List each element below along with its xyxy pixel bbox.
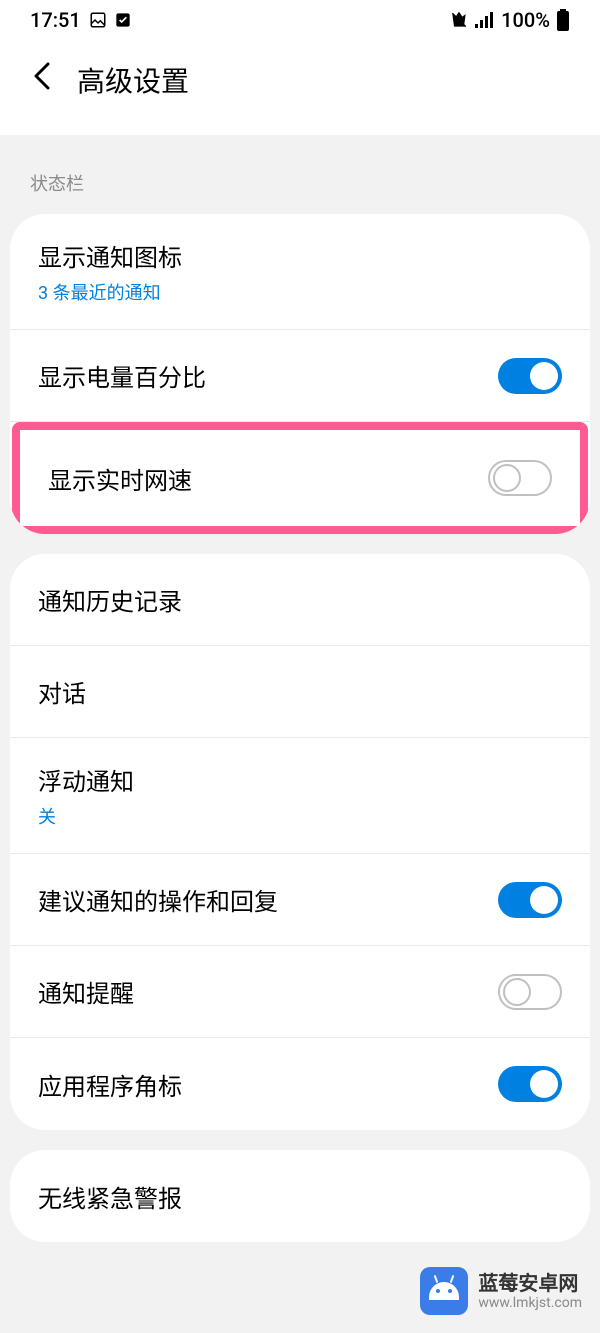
row-title: 无线紧急警报 <box>38 1179 182 1214</box>
toggle-network-speed[interactable] <box>488 460 552 496</box>
battery-icon <box>556 9 570 31</box>
row-suggest-actions[interactable]: 建议通知的操作和回复 <box>10 854 590 946</box>
row-title: 应用程序角标 <box>38 1067 182 1102</box>
row-app-badge[interactable]: 应用程序角标 <box>10 1038 590 1130</box>
toggle-knob <box>530 1070 558 1098</box>
row-title: 显示电量百分比 <box>38 358 206 393</box>
battery-percent: 100% <box>501 8 550 32</box>
page-title: 高级设置 <box>77 60 189 100</box>
toggle-battery-percent[interactable] <box>498 358 562 394</box>
row-title: 通知提醒 <box>38 974 134 1009</box>
row-main: 浮动通知 关 <box>38 762 134 829</box>
vibrate-icon <box>449 10 469 30</box>
check-icon <box>115 12 131 28</box>
watermark-line1: 蓝莓安卓网 <box>478 1271 582 1295</box>
row-notification-reminder[interactable]: 通知提醒 <box>10 946 590 1038</box>
toggle-knob <box>530 886 558 914</box>
row-show-battery-percent[interactable]: 显示电量百分比 <box>10 330 590 422</box>
row-title: 对话 <box>38 674 86 709</box>
status-bar: 17:51 100% <box>0 0 600 40</box>
row-conversations[interactable]: 对话 <box>10 646 590 738</box>
row-title: 通知历史记录 <box>38 582 182 617</box>
header: 高级设置 <box>0 40 600 135</box>
row-title: 显示通知图标 <box>38 238 182 273</box>
toggle-knob <box>503 978 531 1006</box>
card-emergency: 无线紧急警报 <box>10 1150 590 1242</box>
toggle-notification-reminder[interactable] <box>498 974 562 1010</box>
row-floating-notifications[interactable]: 浮动通知 关 <box>10 738 590 854</box>
signal-icon <box>475 12 495 28</box>
highlight-box: 显示实时网速 <box>12 422 588 534</box>
watermark: 蓝莓安卓网 www.lmkjst.com <box>420 1267 582 1315</box>
image-icon <box>89 11 107 29</box>
row-title: 建议通知的操作和回复 <box>38 882 278 917</box>
toggle-knob <box>530 362 558 390</box>
row-show-network-speed[interactable]: 显示实时网速 <box>20 430 580 526</box>
row-notification-history[interactable]: 通知历史记录 <box>10 554 590 646</box>
row-show-notification-icons[interactable]: 显示通知图标 3 条最近的通知 <box>10 214 590 330</box>
toggle-knob <box>493 464 521 492</box>
status-time: 17:51 <box>30 8 81 32</box>
status-left: 17:51 <box>30 8 131 32</box>
watermark-text: 蓝莓安卓网 www.lmkjst.com <box>478 1271 582 1312</box>
row-emergency-alerts[interactable]: 无线紧急警报 <box>10 1150 590 1242</box>
row-subtitle: 3 条最近的通知 <box>38 279 161 305</box>
section-label-statusbar: 状态栏 <box>0 135 600 214</box>
back-icon[interactable] <box>30 60 52 100</box>
status-right: 100% <box>449 8 570 32</box>
android-icon <box>420 1267 468 1315</box>
toggle-app-badge[interactable] <box>498 1066 562 1102</box>
toggle-suggest-actions[interactable] <box>498 882 562 918</box>
row-subtitle: 关 <box>38 803 134 829</box>
card-notifications: 通知历史记录 对话 浮动通知 关 建议通知的操作和回复 通知提醒 应用程序角标 <box>10 554 590 1130</box>
card-statusbar: 显示通知图标 3 条最近的通知 显示电量百分比 显示实时网速 <box>10 214 590 534</box>
watermark-line2: www.lmkjst.com <box>478 1295 582 1312</box>
row-title: 浮动通知 <box>38 762 134 797</box>
row-title: 显示实时网速 <box>48 461 192 496</box>
